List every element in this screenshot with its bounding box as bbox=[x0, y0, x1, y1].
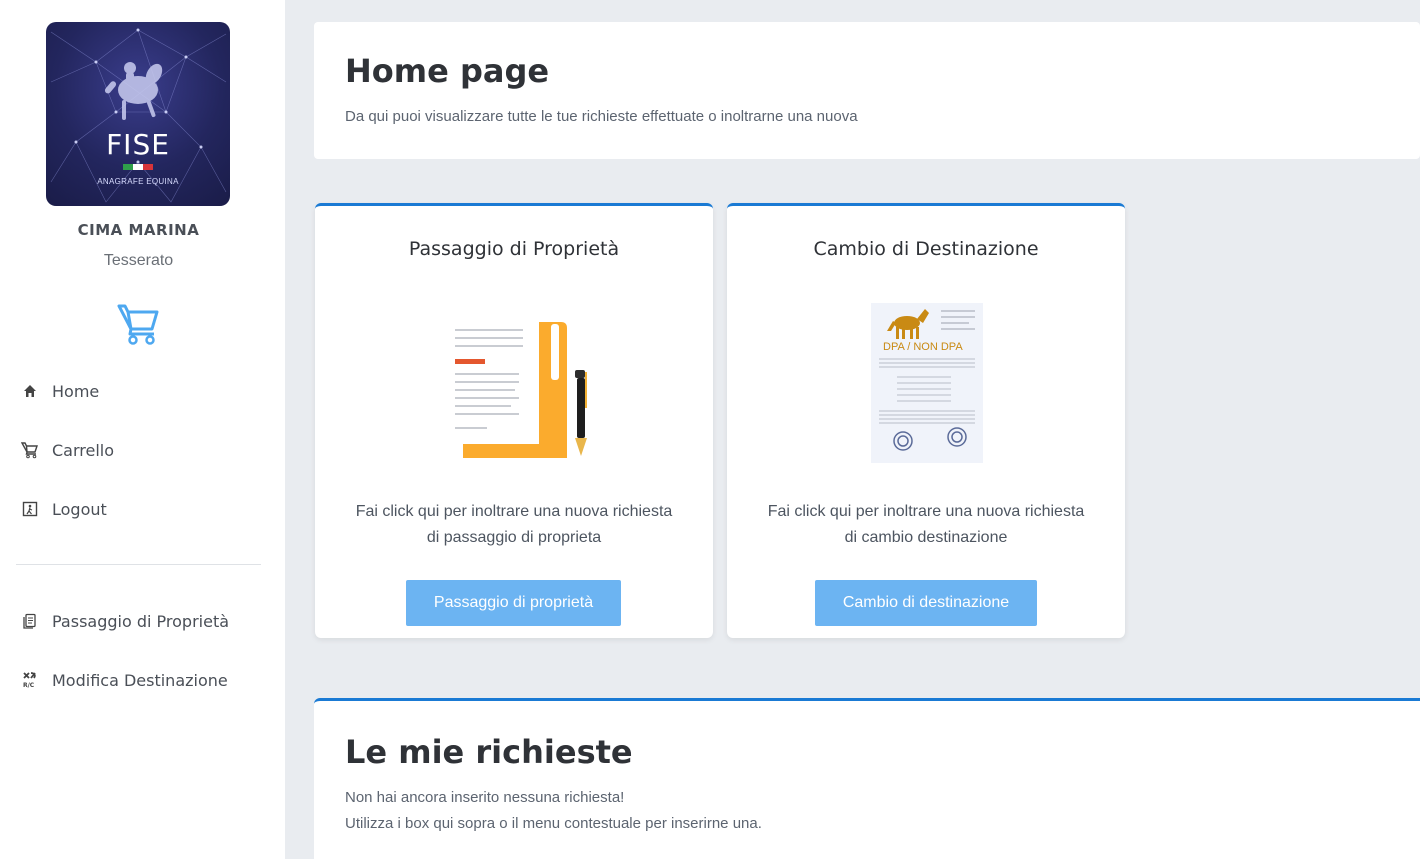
italian-flag-icon bbox=[123, 164, 153, 170]
logo-subtitle: ANAGRAFE EQUINA bbox=[97, 177, 179, 186]
sidebar: FISE ANAGRAFE EQUINA CIMA MARINA Tessera… bbox=[0, 0, 285, 859]
cart-icon bbox=[20, 440, 40, 460]
sidebar-item-ownership[interactable]: Passaggio di Proprietà bbox=[20, 606, 229, 636]
logout-icon bbox=[20, 499, 40, 519]
sidebar-item-home[interactable]: Home bbox=[20, 376, 99, 406]
fise-logo: FISE ANAGRAFE EQUINA bbox=[46, 22, 230, 206]
cart-icon bbox=[117, 304, 159, 345]
svg-text:R/C: R/C bbox=[23, 682, 35, 689]
card-description: Fai click qui per inoltrare una nuova ri… bbox=[767, 503, 1085, 546]
card-ownership: Passaggio di Proprietà Fai click qui per… bbox=[315, 203, 713, 638]
requests-hint: Utilizza i box qui sopra o il menu conte… bbox=[345, 815, 762, 832]
requests-title: Le mie richieste bbox=[345, 733, 633, 771]
sidebar-item-logout[interactable]: Logout bbox=[20, 494, 107, 524]
sidebar-item-label: Logout bbox=[52, 499, 107, 519]
doc-label: DPA / NON DPA bbox=[883, 341, 963, 353]
sidebar-divider bbox=[16, 564, 261, 565]
page-title: Home page bbox=[345, 52, 550, 90]
page-subtitle: Da qui puoi visualizzare tutte le tue ri… bbox=[345, 108, 858, 125]
home-icon bbox=[20, 381, 40, 401]
card-destination: Cambio di Destinazione DPA / NON DPA Fai… bbox=[727, 203, 1125, 638]
sidebar-item-label: Home bbox=[52, 381, 100, 401]
sidebar-item-label: Passaggio di Proprietà bbox=[52, 611, 230, 631]
my-requests-panel: Le mie richieste Non hai ancora inserito… bbox=[314, 698, 1420, 859]
document-stack-icon bbox=[20, 611, 40, 631]
user-role: Tesserato bbox=[103, 252, 174, 269]
sidebar-item-destination[interactable]: R/C Modifica Destinazione bbox=[20, 665, 228, 695]
card-description: Fai click qui per inoltrare una nuova ri… bbox=[355, 503, 673, 546]
cart-button[interactable] bbox=[116, 302, 162, 346]
document-pen-illustration bbox=[455, 322, 587, 458]
logo-title: FISE bbox=[106, 128, 170, 161]
card-title: Cambio di Destinazione bbox=[813, 238, 1039, 260]
ownership-transfer-button[interactable]: Passaggio di proprietà bbox=[406, 580, 621, 626]
sidebar-item-label: Carrello bbox=[52, 440, 115, 460]
horse-rc-icon: R/C bbox=[20, 670, 40, 690]
sidebar-item-label: Modifica Destinazione bbox=[52, 670, 228, 690]
card-title: Passaggio di Proprietà bbox=[408, 238, 620, 260]
user-name: CIMA MARINA bbox=[77, 221, 200, 239]
sidebar-item-cart[interactable]: Carrello bbox=[20, 435, 114, 465]
change-destination-button[interactable]: Cambio di destinazione bbox=[815, 580, 1037, 626]
passport-document-illustration: DPA / NON DPA bbox=[871, 303, 983, 463]
requests-empty-message: Non hai ancora inserito nessuna richiest… bbox=[345, 789, 625, 806]
page-header: Home page Da qui puoi visualizzare tutte… bbox=[314, 22, 1420, 159]
